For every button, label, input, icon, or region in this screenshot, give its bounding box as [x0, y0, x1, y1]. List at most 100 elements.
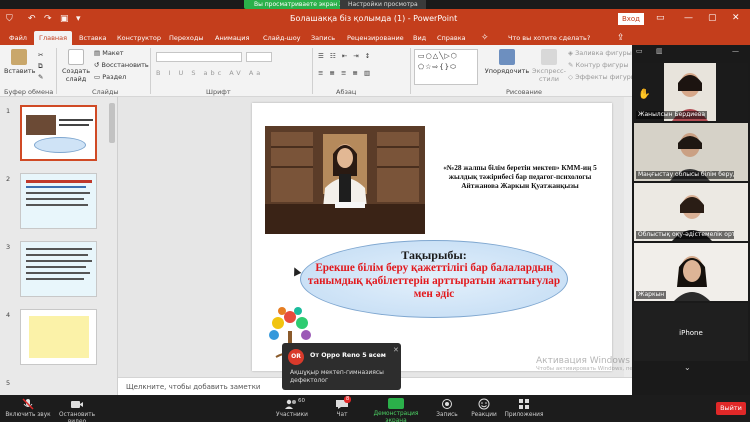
unmute-button[interactable]: Включить звук — [4, 398, 52, 419]
thumb-text-line — [26, 260, 92, 262]
tab-insert[interactable]: Вставка — [74, 31, 112, 45]
thumb-text-line — [26, 192, 90, 194]
slide[interactable]: «№28 жалпы бiлiм беретiн мектеп» КММ-иң … — [252, 103, 612, 371]
tab-home[interactable]: Главная — [34, 31, 73, 45]
slide-canvas: «№28 жалпы бiлiм беретiн мектеп» КММ-иң … — [118, 97, 632, 377]
ribbon-tabs: Файл Главная Вставка Конструктор Переход… — [0, 29, 750, 45]
record-button[interactable]: Запись — [434, 398, 460, 419]
zoom-gallery: ▭ ▥ — ✋ Жанылсын Бердиева Маңғыстау облы… — [632, 45, 750, 395]
thumbnail-scrollbar[interactable] — [109, 103, 115, 143]
quick-access-menu-icon[interactable]: ▾ — [76, 13, 81, 25]
participant-tile[interactable]: iPhone — [634, 303, 748, 361]
slide-thumbnail[interactable] — [20, 241, 97, 297]
maximize-icon[interactable]: ▢ — [708, 12, 717, 24]
close-icon[interactable]: ✕ — [393, 346, 399, 354]
participant-tile[interactable]: Облыстық оқу-әдiстемелiк орталы... — [634, 183, 748, 241]
layout-button[interactable]: ▤ Макет — [94, 49, 124, 58]
share-screen-button[interactable]: Демонстрация экрана — [364, 411, 428, 422]
paste-button[interactable]: Вставить — [4, 49, 35, 75]
font-size-select[interactable] — [246, 52, 272, 62]
tell-me-search[interactable]: Что вы хотите сделать? — [508, 31, 590, 45]
thumbnail-number: 2 — [6, 175, 11, 183]
shape-fill-button[interactable]: ◈ Заливка фигуры — [568, 49, 632, 58]
reactions-button[interactable]: Реакции — [470, 398, 498, 419]
gallery-view-icon[interactable]: ▥ — [656, 47, 663, 55]
copy-icon[interactable]: ⧉ — [38, 62, 43, 71]
shape-outline-label: Контур фигуры — [575, 61, 629, 69]
slideshow-start-icon[interactable]: ▣ — [60, 13, 69, 25]
tab-view[interactable]: Вид — [408, 31, 431, 45]
list-buttons[interactable]: ☰ ☷ ⇤ ⇥ ↕ — [318, 52, 372, 61]
shapes-gallery[interactable]: ▭○△╲▷⬡ ⬠☆⇨{}⬭ — [414, 49, 478, 85]
stop-video-button[interactable]: Остановить видео — [50, 398, 104, 422]
record-label: Запись — [436, 412, 458, 418]
gallery-minimize-icon[interactable]: — — [732, 47, 739, 55]
minimize-icon[interactable]: — — [684, 12, 693, 24]
section-button[interactable]: ▭ Раздел — [94, 73, 126, 82]
apps-label: Приложения — [504, 412, 544, 418]
section-icon: ▭ — [94, 73, 103, 81]
participant-name: Жанылсын Бердиева — [636, 111, 708, 119]
presenter-photo — [265, 126, 425, 234]
group-font-label: Шрифт — [206, 88, 231, 96]
shape-effects-button[interactable]: ◇ Эффекты фигуры — [568, 73, 636, 82]
ribbon-display-icon[interactable]: ▭ — [656, 12, 665, 24]
slide-thumbnail[interactable] — [20, 309, 97, 365]
view-options-button[interactable]: Настройки просмотра — [340, 0, 426, 9]
share-screen-label: Демонстрация экрана — [373, 411, 419, 422]
participant-tile[interactable]: ✋ Жанылсын Бердиева — [634, 63, 748, 121]
thumb-text-line — [26, 204, 88, 206]
undo-icon[interactable]: ↶ — [28, 13, 36, 25]
font-family-select[interactable] — [156, 52, 242, 62]
slide-thumbnail[interactable] — [20, 105, 97, 161]
divider — [410, 48, 411, 94]
quick-styles-button[interactable]: Экспресс-стили — [532, 49, 566, 83]
tab-help[interactable]: Справка — [432, 31, 471, 45]
reset-icon: ↺ — [94, 61, 102, 69]
shape-outline-button[interactable]: ✎ Контур фигуры — [568, 61, 628, 70]
reset-button[interactable]: ↺ Восстановить — [94, 61, 149, 70]
tab-record[interactable]: Запись — [306, 31, 340, 45]
tab-slideshow[interactable]: Слайд-шоу — [258, 31, 306, 45]
ribbon: Вставить ✂ ⧉ ✎ Буфер обмена Создать слай… — [0, 45, 636, 97]
redo-icon[interactable]: ↷ — [44, 13, 52, 25]
tab-animations[interactable]: Анимация — [210, 31, 254, 45]
thumb-text-line — [59, 119, 93, 121]
apps-button[interactable]: Приложения — [504, 398, 544, 419]
group-clipboard-label: Буфер обмена — [4, 88, 54, 96]
slide-thumbnail-pane: 1 2 3 4 5 — [0, 97, 118, 395]
canvas-scrollbar[interactable] — [624, 97, 632, 377]
tab-file[interactable]: Файл — [4, 31, 32, 45]
chat-notification[interactable]: OR От Oppo Reno 5 всем ✕ Ақшұқыр мектеп-… — [282, 343, 401, 390]
share-icon[interactable]: ⇪ — [612, 31, 630, 45]
format-painter-icon[interactable]: ✎ — [38, 73, 43, 82]
autosave-icon[interactable]: ⛉ — [6, 13, 13, 25]
gallery-layout-icon[interactable]: ▭ — [636, 47, 643, 55]
tab-design[interactable]: Конструктор — [112, 31, 166, 45]
sender-avatar: OR — [288, 349, 304, 365]
new-slide-button[interactable]: Создать слайд — [60, 49, 92, 83]
arrange-button[interactable]: Упорядочить — [484, 49, 530, 75]
participant-tile[interactable]: Жаркын — [634, 243, 748, 301]
leave-button[interactable]: Выйти — [716, 402, 746, 415]
font-format-buttons[interactable]: B I U S abc AV Aa — [156, 69, 263, 78]
cut-icon[interactable]: ✂ — [38, 51, 43, 60]
slide-photo — [265, 126, 425, 234]
shape-icons: ▭○△╲▷⬡ — [418, 52, 458, 60]
align-buttons[interactable]: ≡ ≣ ≡ ≣ ▥ — [318, 69, 372, 78]
record-icon — [442, 399, 452, 409]
topic-heading: Тақырыбы: — [401, 248, 467, 262]
participants-icon — [285, 399, 296, 409]
tab-transitions[interactable]: Переходы — [164, 31, 208, 45]
participant-name: Облыстық оқу-әдiстемелiк орталы... — [636, 231, 734, 239]
participant-tile[interactable]: Маңғыстау облысы бiлiм беруд... — [634, 123, 748, 181]
shape-icons-row2: ⬠☆⇨{}⬭ — [418, 63, 458, 71]
smiley-icon — [478, 398, 490, 410]
tab-review[interactable]: Рецензирование — [342, 31, 409, 45]
signin-button[interactable]: Вход — [618, 13, 644, 25]
close-icon[interactable]: ✕ — [732, 12, 740, 24]
slide-thumbnail[interactable] — [20, 173, 97, 229]
gallery-scroll-down-icon[interactable]: ⌄ — [684, 363, 691, 372]
thumb-photo — [26, 115, 56, 135]
section-label: Раздел — [102, 73, 127, 81]
